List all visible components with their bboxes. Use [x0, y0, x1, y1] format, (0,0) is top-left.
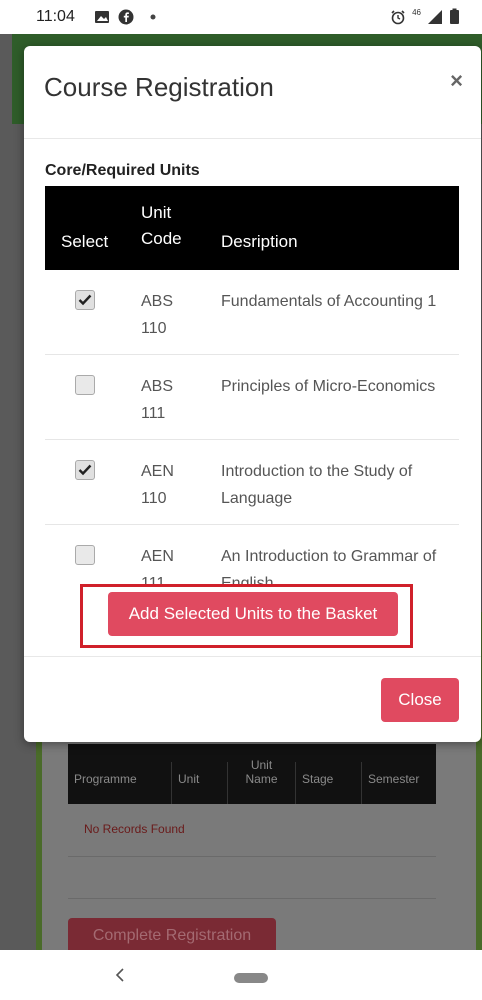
no-records-text: No Records Found [84, 822, 185, 836]
signal-icon [428, 9, 442, 24]
checkmark-icon [78, 294, 92, 306]
divider [68, 856, 436, 857]
unit-code: AEN 110 [141, 463, 174, 507]
column-header-select: Select [61, 232, 109, 251]
unit-description: An Introduction to Grammar of English [221, 548, 437, 586]
background-table-header: Programme Unit Unit Name Stage Semester [68, 744, 436, 804]
modal-close-icon[interactable]: × [450, 68, 463, 94]
unit-code: ABS 111 [141, 378, 174, 422]
chevron-left-icon[interactable] [114, 968, 126, 982]
table-header: Select Unit Code Desription [45, 186, 459, 270]
home-pill-icon[interactable] [234, 973, 268, 983]
unit-description: Principles of Micro-Economics [221, 378, 436, 395]
unit-checkbox[interactable] [75, 545, 95, 565]
bg-col-unit: Unit [172, 762, 228, 804]
unit-code: AEN 111 [141, 548, 174, 586]
status-time: 11:04 [36, 8, 75, 25]
unit-checkbox[interactable] [75, 375, 95, 395]
alarm-icon [391, 9, 405, 24]
table-row: AEN 110 Introduction to the Study of Lan… [45, 440, 459, 525]
table-row: ABS 110 Fundamentals of Accounting 1 [45, 270, 459, 355]
modal-footer-divider [24, 656, 481, 657]
unit-checkbox[interactable] [75, 460, 95, 480]
complete-registration-button: Complete Registration [68, 918, 276, 954]
unit-description: Introduction to the Study of Language [221, 463, 413, 507]
modal-header: Course Registration × [24, 46, 481, 139]
table-row: AEN 111 An Introduction to Grammar of En… [45, 525, 459, 586]
close-button[interactable]: Close [381, 678, 459, 722]
status-bar: 11:04 46 [0, 0, 482, 34]
modal-title: Course Registration [44, 72, 274, 102]
column-header-description: Desription [221, 232, 298, 251]
table-row: ABS 111 Principles of Micro-Economics [45, 355, 459, 440]
unit-code: ABS 110 [141, 293, 174, 337]
column-header-code: Unit Code [141, 203, 182, 248]
network-type: 46 [412, 8, 421, 17]
facebook-icon [118, 9, 134, 25]
units-table[interactable]: Select Unit Code Desription ABS 110 Fund… [45, 186, 459, 586]
divider [68, 898, 436, 899]
section-title: Core/Required Units [45, 162, 200, 179]
bg-col-programme: Programme [68, 762, 172, 804]
unit-description: Fundamentals of Accounting 1 [221, 293, 437, 310]
bg-col-unit-name: Unit Name [228, 758, 296, 804]
battery-icon [450, 8, 459, 24]
navigation-bar [0, 950, 482, 1000]
notification-dot-icon [150, 14, 156, 20]
checkmark-icon [78, 464, 92, 476]
bg-col-semester: Semester [368, 772, 420, 786]
image-icon [95, 11, 109, 23]
add-to-basket-button[interactable]: Add Selected Units to the Basket [108, 592, 398, 636]
course-registration-modal: Course Registration × Core/Required Unit… [24, 46, 481, 742]
unit-checkbox[interactable] [75, 290, 95, 310]
bg-col-stage: Stage [296, 762, 362, 804]
